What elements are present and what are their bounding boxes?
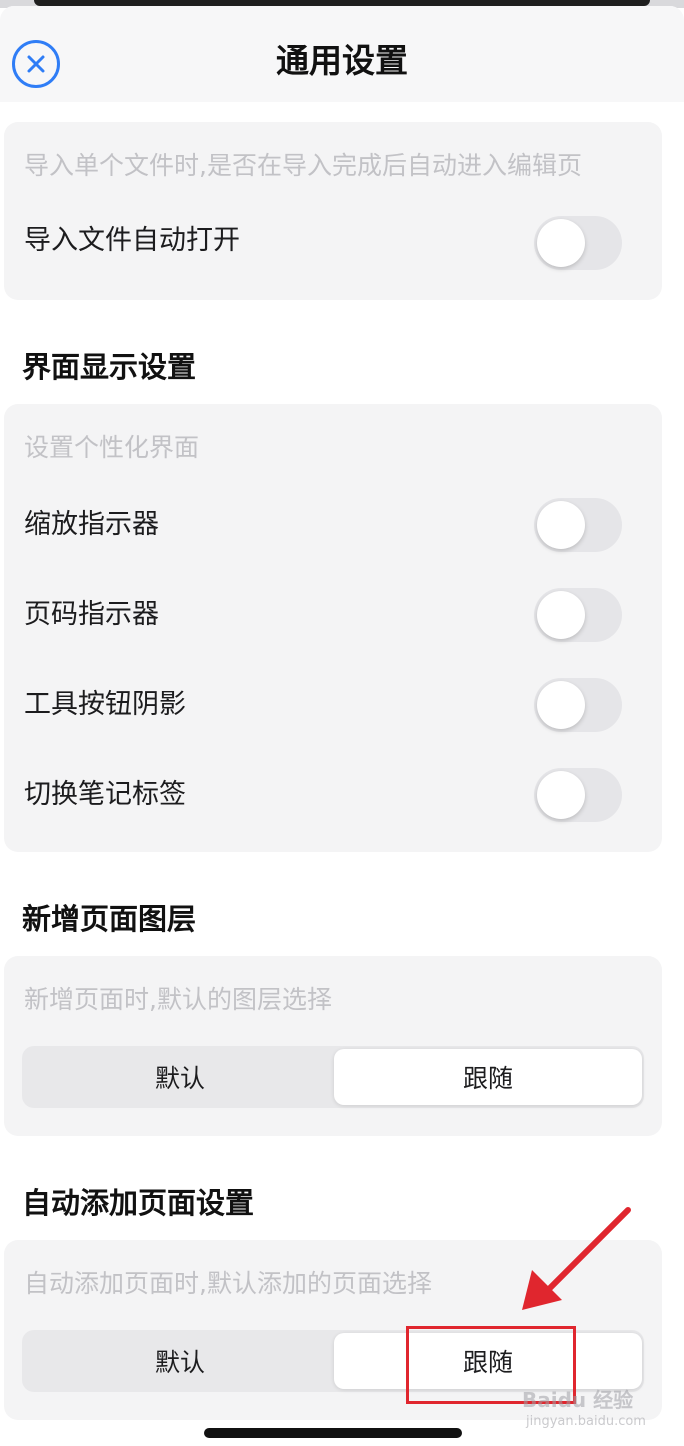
switch-note-tabs-toggle[interactable] (534, 768, 622, 822)
display-section-title: 界面显示设置 (22, 350, 197, 384)
toggle-knob (537, 501, 585, 549)
toggle-knob (537, 591, 585, 639)
segment-option-default[interactable]: 默认 (26, 1049, 334, 1105)
zoom-indicator-label: 缩放指示器 (24, 509, 159, 540)
segment-option-follow[interactable]: 跟随 (334, 1049, 642, 1105)
tool-button-shadow-toggle[interactable] (534, 678, 622, 732)
import-card: 导入单个文件时,是否在导入完成后自动进入编辑页 导入文件自动打开 (4, 122, 662, 300)
tool-button-shadow-label: 工具按钮阴影 (24, 689, 186, 720)
zoom-indicator-toggle[interactable] (534, 498, 622, 552)
display-card: 设置个性化界面 缩放指示器 页码指示器 工具按钮阴影 切换笔记标签 (4, 404, 662, 852)
toggle-knob (537, 219, 585, 267)
segment-option-default[interactable]: 默认 (26, 1333, 334, 1389)
auto-add-page-title: 自动添加页面设置 (22, 1186, 255, 1220)
import-auto-open-toggle[interactable] (534, 216, 622, 270)
new-page-layer-card: 新增页面时,默认的图层选择 默认 跟随 (4, 956, 662, 1136)
import-auto-open-label: 导入文件自动打开 (24, 225, 240, 256)
new-page-layer-title: 新增页面图层 (22, 902, 197, 936)
home-indicator[interactable] (204, 1428, 462, 1438)
import-description: 导入单个文件时,是否在导入完成后自动进入编辑页 (24, 151, 582, 180)
page-number-indicator-toggle[interactable] (534, 588, 622, 642)
new-page-layer-description: 新增页面时,默认的图层选择 (24, 985, 332, 1014)
auto-add-page-description: 自动添加页面时,默认添加的页面选择 (24, 1269, 432, 1298)
watermark-url: jingyan.baidu.com (526, 1414, 646, 1429)
watermark: Baidu 经验 (522, 1388, 634, 1412)
toggle-knob (537, 771, 585, 819)
new-page-layer-segmented-control: 默认 跟随 (22, 1046, 644, 1108)
display-description: 设置个性化界面 (24, 433, 200, 462)
header-bar: 通用设置 (0, 6, 684, 102)
page-title: 通用设置 (276, 41, 408, 80)
annotation-arrow-icon (522, 1207, 631, 1310)
toggle-knob (537, 681, 585, 729)
switch-note-tabs-label: 切换笔记标签 (24, 779, 186, 810)
page-number-indicator-label: 页码指示器 (24, 599, 159, 630)
